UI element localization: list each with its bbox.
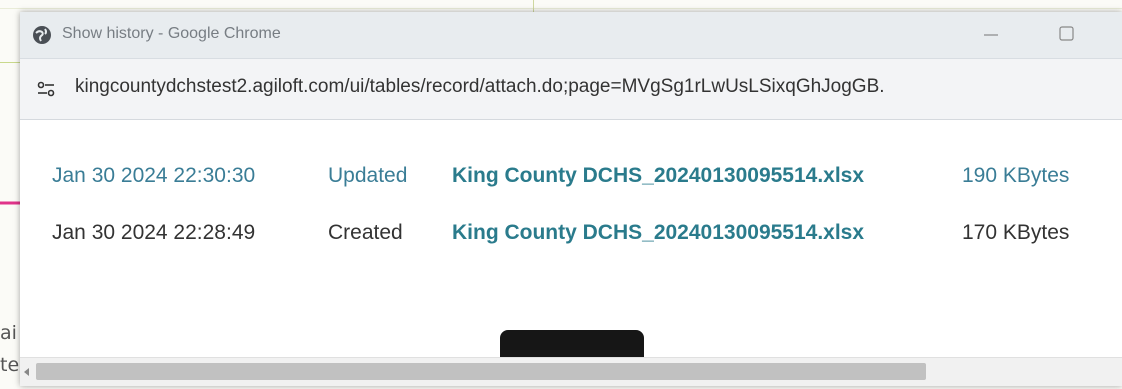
background-text: ai bbox=[0, 322, 17, 344]
history-date: Jan 30 2024 22:30:30 bbox=[52, 164, 256, 187]
history-list: Jan 30 2024 22:30:30 Updated King County… bbox=[20, 120, 1122, 358]
file-size: 190 KBytes bbox=[962, 164, 1070, 187]
history-popup-window: Show history - Google Chrome kingcountyd… bbox=[20, 12, 1122, 386]
background-divider bbox=[0, 8, 1122, 9]
history-date: Jan 30 2024 22:28:49 bbox=[52, 221, 256, 244]
title-bar: Show history - Google Chrome bbox=[20, 12, 1122, 59]
history-action: Created bbox=[328, 221, 403, 244]
minimize-icon[interactable] bbox=[980, 23, 1002, 45]
background-divider bbox=[533, 0, 534, 12]
maximize-icon[interactable] bbox=[1058, 25, 1076, 43]
file-link[interactable]: King County DCHS_20240130095514.xlsx bbox=[452, 164, 864, 188]
window-title: Show history - Google Chrome bbox=[62, 25, 281, 42]
url-text[interactable]: kingcountydchstest2.agiloft.com/ui/table… bbox=[75, 76, 885, 98]
history-action: Updated bbox=[328, 164, 408, 187]
file-link[interactable]: King County DCHS_20240130095514.xlsx bbox=[452, 221, 864, 245]
background-text: te bbox=[0, 354, 20, 376]
horizontal-scrollbar[interactable] bbox=[20, 357, 1122, 386]
scrollbar-thumb[interactable] bbox=[36, 363, 926, 380]
background-divider bbox=[0, 62, 20, 63]
tune-icon[interactable] bbox=[34, 77, 58, 101]
chevron-left-icon[interactable] bbox=[20, 364, 34, 380]
globe-icon bbox=[33, 26, 51, 44]
address-bar: kingcountydchstest2.agiloft.com/ui/table… bbox=[20, 59, 1122, 120]
file-size: 170 KBytes bbox=[962, 221, 1070, 244]
